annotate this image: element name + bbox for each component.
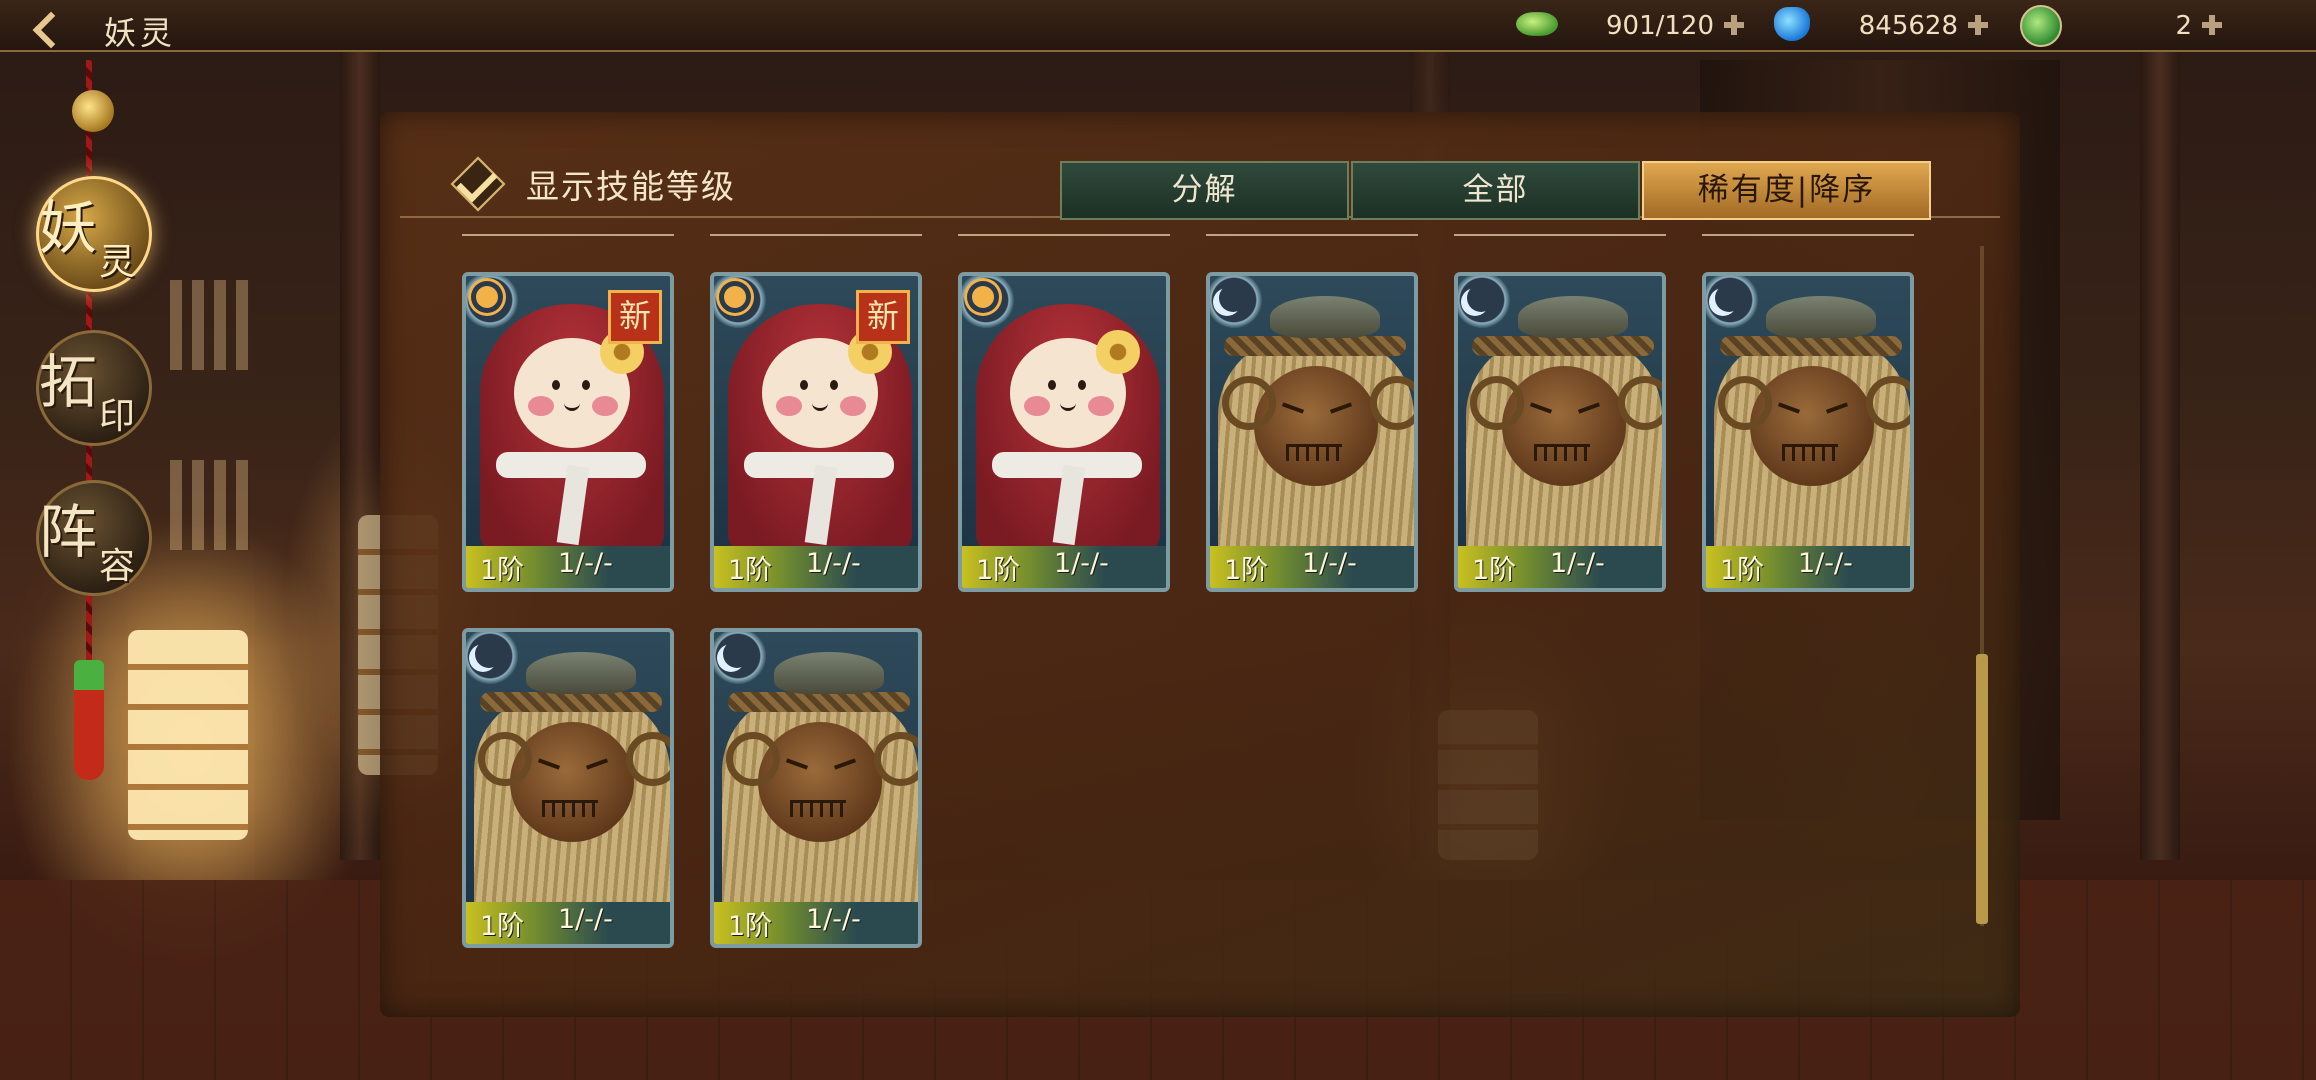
column-divider (1702, 234, 1914, 236)
resource-value: 901/120 (1605, 11, 1714, 41)
card-level: 1阶 (480, 555, 525, 586)
card-skill-levels: 1/-/- (1798, 548, 1853, 579)
side-tab-yaoling[interactable]: 妖 灵 (36, 176, 152, 292)
resource-leaf: 2 (2020, 5, 2224, 47)
card-level: 1阶 (728, 555, 773, 586)
moon-icon (714, 632, 766, 684)
sun-icon (962, 276, 1014, 328)
plus-icon[interactable] (2200, 13, 2224, 37)
tab-decompose[interactable]: 分解 (1060, 161, 1349, 220)
card-skill-levels: 1/-/- (558, 904, 613, 935)
plus-icon[interactable] (1966, 13, 1990, 37)
card-footer: 1阶 1/-/- (962, 546, 1166, 588)
card-level: 1阶 (728, 911, 773, 942)
side-tab-zhenrong[interactable]: 阵 容 (36, 480, 152, 596)
card-skill-levels: 1/-/- (1054, 548, 1109, 579)
plus-icon[interactable] (1722, 13, 1746, 37)
card-level: 1阶 (1224, 555, 1269, 586)
page-title: 妖灵 (104, 14, 177, 52)
side-tab-label: 妖 (39, 194, 98, 262)
side-tab-sublabel: 容 (99, 546, 136, 587)
tab-all[interactable]: 全部 (1351, 161, 1640, 220)
card-footer: 1阶 1/-/- (1706, 546, 1910, 588)
column-divider (710, 234, 922, 236)
background-pillar (2140, 40, 2180, 860)
top-bar: 妖灵 901/120 845628 2 (0, 0, 2316, 52)
column-divider (1454, 234, 1666, 236)
side-tab-label: 拓 (39, 348, 98, 416)
card-footer: 1阶 1/-/- (466, 902, 670, 944)
spirit-card[interactable]: 1阶 1/-/- (1702, 272, 1914, 592)
back-arrow-icon[interactable] (30, 14, 56, 40)
card-skill-levels: 1/-/- (806, 548, 861, 579)
resource-value: 845628 (1858, 11, 1958, 41)
jade-icon (1516, 12, 1558, 36)
potion-icon (1774, 7, 1810, 41)
side-tab-tuoyin[interactable]: 拓 印 (36, 330, 152, 446)
card-skill-levels: 1/-/- (1302, 548, 1357, 579)
side-tab-sublabel: 灵 (99, 242, 136, 283)
side-tab-label: 阵 (39, 498, 98, 566)
card-skill-levels: 1/-/- (806, 904, 861, 935)
background-window (170, 460, 250, 550)
bell-icon (72, 90, 114, 132)
card-footer: 1阶 1/-/- (1210, 546, 1414, 588)
show-skill-label: 显示技能等级 (526, 167, 736, 206)
card-skill-levels: 1/-/- (558, 548, 613, 579)
spirit-card[interactable]: 1阶 1/-/- (958, 272, 1170, 592)
column-divider (462, 234, 674, 236)
spirit-card[interactable]: 1阶 1/-/- (462, 628, 674, 948)
moon-icon (1458, 276, 1510, 328)
card-level: 1阶 (976, 555, 1021, 586)
sun-icon (466, 276, 518, 328)
background-window (170, 280, 250, 370)
spirit-card[interactable]: 1阶 1/-/- (1206, 272, 1418, 592)
resource-value: 2 (2175, 11, 2192, 41)
sun-icon (714, 276, 766, 328)
side-tab-sublabel: 印 (99, 396, 136, 437)
card-footer: 1阶 1/-/- (714, 902, 918, 944)
card-footer: 1阶 1/-/- (1458, 546, 1662, 588)
resource-potion: 845628 (1774, 5, 1990, 45)
leaf-icon (2020, 5, 2062, 47)
background-lantern (128, 630, 248, 840)
column-divider (1206, 234, 1418, 236)
card-footer: 1阶 1/-/- (714, 546, 918, 588)
moon-icon (1706, 276, 1758, 328)
spirit-card[interactable]: 新 1阶 1/-/- (710, 272, 922, 592)
moon-icon (1210, 276, 1262, 328)
card-level: 1阶 (480, 911, 525, 942)
resource-jade: 901/120 (1516, 5, 1746, 45)
new-badge: 新 (856, 290, 910, 344)
spirit-card[interactable]: 1阶 1/-/- (1454, 272, 1666, 592)
scrollbar-thumb[interactable] (1976, 654, 1988, 924)
card-level: 1阶 (1720, 555, 1765, 586)
new-badge: 新 (608, 290, 662, 344)
spirit-card[interactable]: 1阶 1/-/- (710, 628, 922, 948)
moon-icon (466, 632, 518, 684)
card-skill-levels: 1/-/- (1550, 548, 1605, 579)
column-divider (958, 234, 1170, 236)
tab-rarity-sort[interactable]: 稀有度|降序 (1642, 161, 1931, 220)
card-footer: 1阶 1/-/- (466, 546, 670, 588)
spirit-card[interactable]: 新 1阶 1/-/- (462, 272, 674, 592)
card-level: 1阶 (1472, 555, 1517, 586)
tassel-decor (74, 660, 104, 780)
